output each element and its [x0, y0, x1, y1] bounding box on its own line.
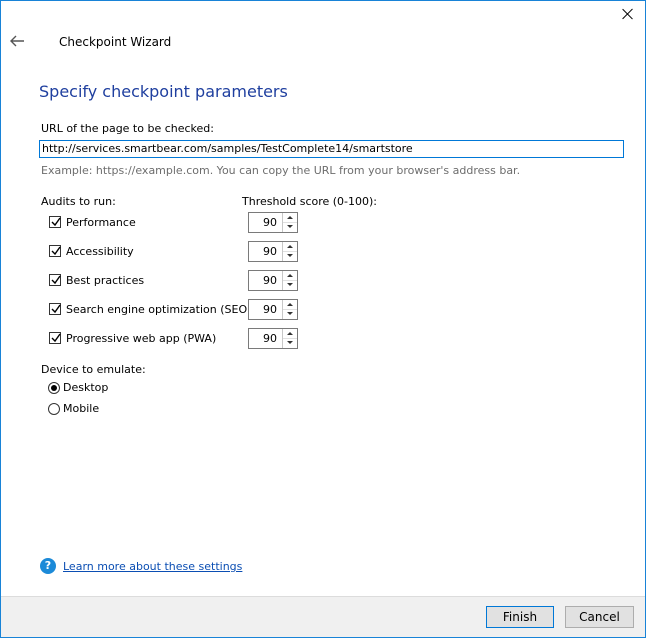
url-label: URL of the page to be checked:	[41, 122, 214, 135]
back-arrow-icon[interactable]	[9, 34, 25, 48]
accessibility-checkbox[interactable]	[49, 245, 61, 257]
seo-threshold-stepper[interactable]: 90	[248, 299, 298, 320]
url-input[interactable]: http://services.smartbear.com/samples/Te…	[39, 140, 624, 158]
pwa-label: Progressive web app (PWA)	[66, 332, 217, 345]
best-practices-threshold-value[interactable]: 90	[263, 274, 277, 287]
finish-button[interactable]: Finish	[486, 606, 554, 628]
wizard-title: Checkpoint Wizard	[59, 35, 172, 49]
checkpoint-wizard-window: Checkpoint Wizard Specify checkpoint par…	[0, 0, 646, 638]
best-practices-threshold-stepper[interactable]: 90	[248, 270, 298, 291]
desktop-label: Desktop	[63, 381, 109, 394]
threshold-label: Threshold score (0-100):	[242, 195, 378, 208]
seo-label: Search engine optimization (SEO)	[66, 303, 252, 316]
spin-down-icon[interactable]	[283, 280, 297, 289]
performance-checkbox[interactable]	[49, 216, 61, 228]
page-heading: Specify checkpoint parameters	[39, 82, 288, 101]
accessibility-threshold-value[interactable]: 90	[263, 245, 277, 258]
spin-down-icon[interactable]	[283, 338, 297, 347]
url-hint: Example: https://example.com. You can co…	[41, 164, 521, 177]
pwa-threshold-stepper[interactable]: 90	[248, 328, 298, 349]
best-practices-label: Best practices	[66, 274, 145, 287]
footer-bar: Finish Cancel	[1, 596, 645, 637]
close-icon[interactable]	[621, 7, 635, 21]
help-link[interactable]: Learn more about these settings	[63, 560, 242, 573]
performance-label: Performance	[66, 216, 136, 229]
performance-threshold-stepper[interactable]: 90	[248, 212, 298, 233]
device-label: Device to emulate:	[41, 363, 146, 376]
mobile-radio[interactable]	[48, 403, 60, 415]
desktop-radio[interactable]	[48, 382, 60, 394]
mobile-label: Mobile	[63, 402, 100, 415]
spin-down-icon[interactable]	[283, 309, 297, 318]
spin-down-icon[interactable]	[283, 251, 297, 260]
best-practices-checkbox[interactable]	[49, 274, 61, 286]
performance-threshold-value[interactable]: 90	[263, 216, 277, 229]
pwa-threshold-value[interactable]: 90	[263, 332, 277, 345]
audits-label: Audits to run:	[41, 195, 116, 208]
seo-threshold-value[interactable]: 90	[263, 303, 277, 316]
accessibility-threshold-stepper[interactable]: 90	[248, 241, 298, 262]
help-icon: ?	[40, 558, 56, 574]
spin-down-icon[interactable]	[283, 222, 297, 231]
pwa-checkbox[interactable]	[49, 332, 61, 344]
accessibility-label: Accessibility	[66, 245, 134, 258]
seo-checkbox[interactable]	[49, 303, 61, 315]
cancel-button[interactable]: Cancel	[565, 606, 634, 628]
